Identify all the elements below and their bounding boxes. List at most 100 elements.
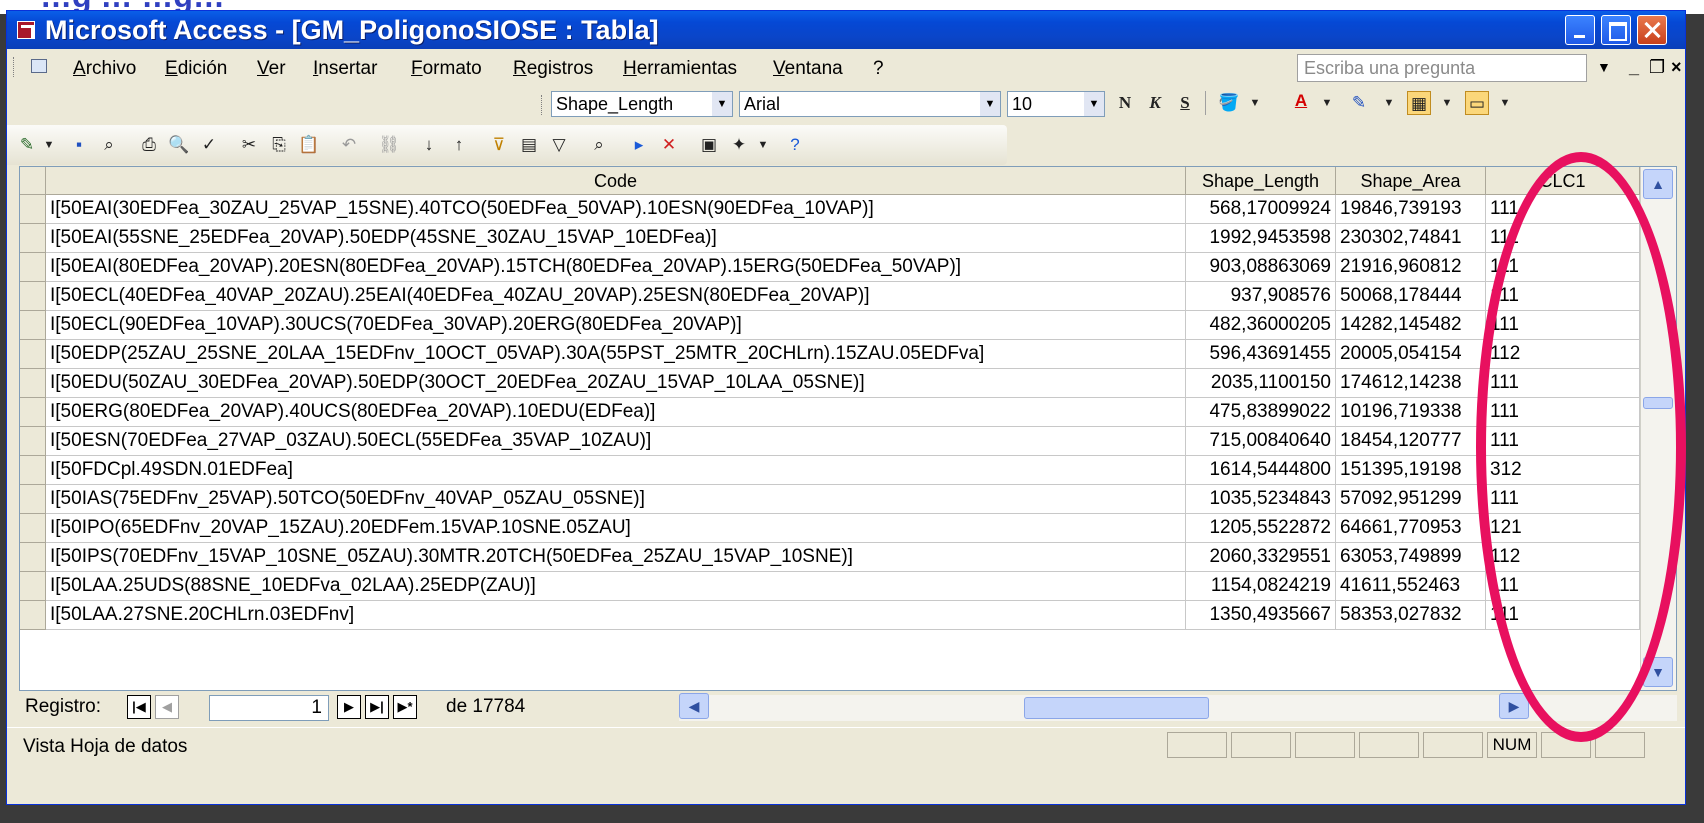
cell-code[interactable]: I[50EDU(50ZAU_30EDFea_20VAP).50EDP(30OCT… [46,369,1186,398]
cell-shape-area[interactable]: 14282,145482 [1336,311,1486,340]
cell-shape-area[interactable]: 57092,951299 [1336,485,1486,514]
record-selector[interactable] [20,340,46,369]
cell-shape-length[interactable]: 715,00840640 [1186,427,1336,456]
cut-icon[interactable]: ✂ [237,133,261,157]
cell-shape-length[interactable]: 1614,5444800 [1186,456,1336,485]
apply-filter-icon[interactable]: ▽ [547,133,571,157]
cell-code[interactable]: I[50IAS(75EDFnv_25VAP).50TCO(50EDFnv_40V… [46,485,1186,514]
cell-shape-area[interactable]: 63053,749899 [1336,543,1486,572]
special-effect-icon[interactable]: ▭ [1465,91,1489,115]
cell-shape-length[interactable]: 1350,4935667 [1186,601,1336,630]
chevron-down-icon[interactable]: ▼ [1435,91,1459,115]
format-grip-icon[interactable] [541,95,545,115]
table-document-icon[interactable] [31,59,47,73]
undo-icon[interactable]: ↶ [337,133,361,157]
sort-ascending-icon[interactable]: ↓ [417,133,441,157]
font-selector[interactable]: Arial ▼ [739,91,1001,117]
close-button[interactable] [1637,15,1667,45]
table-row[interactable]: I[50IPO(65EDFnv_20VAP_15ZAU).20EDFem.15V… [20,514,1640,543]
help-icon[interactable]: ? [783,133,807,157]
fill-color-icon[interactable]: 🪣 [1217,91,1241,115]
cell-shape-area[interactable]: 20005,054154 [1336,340,1486,369]
cell-shape-area[interactable]: 19846,739193 [1336,195,1486,224]
cell-shape-length[interactable]: 568,17009924 [1186,195,1336,224]
print-icon[interactable]: ⎙ [137,133,161,157]
doc-close-icon[interactable]: × [1671,57,1682,78]
delete-record-icon[interactable]: ✕ [657,133,681,157]
menu-formato[interactable]: Formato [411,58,482,80]
select-all-corner[interactable] [20,167,46,195]
current-record-field[interactable]: 1 [209,695,329,721]
cell-shape-length[interactable]: 482,36000205 [1186,311,1336,340]
filter-by-selection-icon[interactable]: ⊽ [487,133,511,157]
cell-code[interactable]: I[50ESN(70EDFea_27VAP_03ZAU).50ECL(55EDF… [46,427,1186,456]
new-record-icon[interactable]: ▸ [627,133,651,157]
sort-descending-icon[interactable]: ↑ [447,133,471,157]
table-row[interactable]: I[50IPS(70EDFnv_15VAP_10SNE_05ZAU).30MTR… [20,543,1640,572]
view-design-icon[interactable]: ✎ [15,133,39,157]
cell-code[interactable]: I[50EAI(30EDFea_30ZAU_25VAP_15SNE).40TCO… [46,195,1186,224]
cell-shape-area[interactable]: 50068,178444 [1336,282,1486,311]
horizontal-scroll-thumb[interactable] [1024,697,1209,719]
print-preview-icon[interactable]: 🔍 [167,133,191,157]
table-row[interactable]: I[50EAI(80EDFea_20VAP).20ESN(80EDFea_20V… [20,253,1640,282]
cell-shape-length[interactable]: 596,43691455 [1186,340,1336,369]
toolbar-grip-icon[interactable] [13,57,17,77]
chevron-down-icon[interactable]: ▼ [980,92,1000,116]
cell-shape-length[interactable]: 1154,0824219 [1186,572,1336,601]
table-row[interactable]: I[50ERG(80EDFea_20VAP).40UCS(80EDFea_20V… [20,398,1640,427]
cell-shape-area[interactable]: 58353,027832 [1336,601,1486,630]
cell-code[interactable]: I[50ERG(80EDFea_20VAP).40UCS(80EDFea_20V… [46,398,1186,427]
chevron-down-icon[interactable]: ▼ [712,92,732,116]
minimize-button[interactable] [1565,15,1595,45]
table-row[interactable]: I[50EDP(25ZAU_25SNE_20LAA_15EDFnv_10OCT_… [20,340,1640,369]
column-header-shape-length[interactable]: Shape_Length [1186,167,1336,195]
record-selector[interactable] [20,456,46,485]
table-row[interactable]: I[50EAI(30EDFea_30ZAU_25VAP_15SNE).40TCO… [20,195,1640,224]
chevron-down-icon[interactable]: ▼ [1243,91,1267,115]
cell-code[interactable]: I[50ECL(40EDFea_40VAP_20ZAU).25EAI(40EDF… [46,282,1186,311]
underline-button[interactable]: S [1173,91,1197,115]
record-selector[interactable] [20,427,46,456]
font-size-selector[interactable]: 10 ▼ [1007,91,1105,117]
next-record-icon[interactable]: ▶ [337,695,361,719]
cell-shape-area[interactable]: 10196,719338 [1336,398,1486,427]
record-selector[interactable] [20,195,46,224]
menu-insertar[interactable]: Insertar [313,58,377,80]
scroll-left-icon[interactable]: ◀ [679,693,709,719]
last-record-icon[interactable]: ▶| [365,695,389,719]
database-window-icon[interactable]: ▣ [697,133,721,157]
column-header-shape-area[interactable]: Shape_Area [1336,167,1486,195]
table-row[interactable]: I[50EDU(50ZAU_30EDFea_20VAP).50EDP(30OCT… [20,369,1640,398]
ask-question-input[interactable]: Escriba una pregunta [1297,54,1587,82]
record-selector[interactable] [20,369,46,398]
table-row[interactable]: I[50EAI(55SNE_25EDFea_20VAP).50EDP(45SNE… [20,224,1640,253]
bold-button[interactable]: N [1113,91,1137,115]
table-row[interactable]: I[50IAS(75EDFnv_25VAP).50TCO(50EDFnv_40V… [20,485,1640,514]
new-object-icon[interactable]: ✦ [727,133,751,157]
access-app-icon[interactable] [17,21,35,39]
doc-minimize-icon[interactable]: _ [1629,57,1639,78]
field-selector[interactable]: Shape_Length ▼ [551,91,733,117]
ask-dropdown-icon[interactable]: ▼ [1597,59,1611,75]
cell-code[interactable]: I[50LAA.25UDS(88SNE_10EDFva_02LAA).25EDP… [46,572,1186,601]
table-row[interactable]: I[50LAA.27SNE.20CHLrn.03EDFnv] 1350,49356… [20,601,1640,630]
record-selector[interactable] [20,398,46,427]
cell-shape-length[interactable]: 1205,5522872 [1186,514,1336,543]
scroll-up-icon[interactable]: ▲ [1643,169,1673,199]
table-row[interactable]: I[50ECL(90EDFea_10VAP).30UCS(70EDFea_30V… [20,311,1640,340]
previous-record-icon[interactable]: ◀ [155,695,179,719]
cell-shape-length[interactable]: 903,08863069 [1186,253,1336,282]
menu-ver[interactable]: Ver [257,58,286,80]
italic-button[interactable]: K [1143,91,1167,115]
chevron-down-icon[interactable]: ▼ [1493,91,1517,115]
cell-code[interactable]: I[50IPO(65EDFnv_20VAP_15ZAU).20EDFem.15V… [46,514,1186,543]
insert-hyperlink-icon[interactable]: ⛓ [377,133,401,157]
cell-shape-area[interactable]: 21916,960812 [1336,253,1486,282]
cell-shape-area[interactable]: 230302,74841 [1336,224,1486,253]
save-icon[interactable]: ▪ [67,133,91,157]
cell-code[interactable]: I[50EAI(80EDFea_20VAP).20ESN(80EDFea_20V… [46,253,1186,282]
find-icon[interactable]: ⌕ [587,133,611,157]
cell-shape-length[interactable]: 475,83899022 [1186,398,1336,427]
record-selector[interactable] [20,485,46,514]
